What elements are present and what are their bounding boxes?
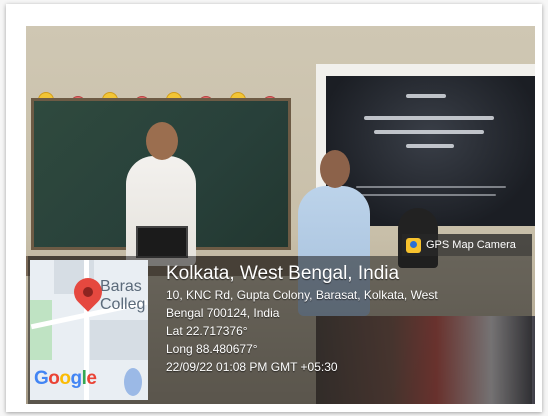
laptop [136, 226, 188, 258]
map-thumbnail: Baras Colleg Google [30, 260, 148, 400]
camera-icon [406, 237, 421, 253]
address-line-1: 10, KNC Rd, Gupta Colony, Barasat, Kolka… [166, 288, 438, 302]
datetime: 22/09/22 01:08 PM GMT +05:30 [166, 360, 338, 374]
water-body [124, 368, 142, 396]
longitude: Long 88.480677° [166, 342, 258, 356]
gps-text-block: Kolkata, West Bengal, India 10, KNC Rd, … [166, 262, 526, 376]
park-area [30, 300, 52, 360]
gps-map-camera-badge: GPS Map Camera [402, 234, 532, 256]
address-line-2: Bengal 700124, India [166, 306, 280, 320]
map-place-label: Baras Colleg [100, 278, 146, 313]
google-logo: Google [34, 368, 97, 389]
latitude: Lat 22.717376° [166, 324, 248, 338]
location-title: Kolkata, West Bengal, India [166, 263, 400, 284]
badge-label: GPS Map Camera [426, 239, 516, 251]
